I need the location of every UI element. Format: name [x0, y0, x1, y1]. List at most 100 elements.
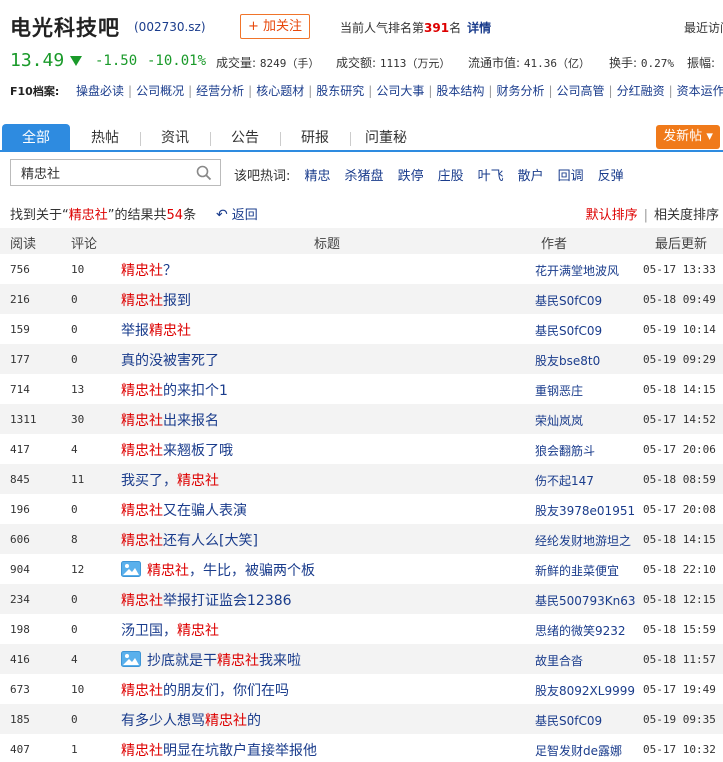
post-author-link[interactable]: 荣灿岚岚	[535, 412, 653, 429]
post-author-link[interactable]: 新鲜的韭菜便宜	[535, 562, 653, 579]
hot-word-link[interactable]: 反弹	[598, 169, 624, 184]
post-title-link[interactable]: 精忠社来翘板了哦	[121, 440, 233, 460]
post-title-link[interactable]: 精忠社又在骗人表演	[121, 500, 247, 520]
post-updated-time: 05-17 13:33	[643, 263, 716, 276]
post-title-link[interactable]: 精忠社出来报名	[121, 410, 219, 430]
f10-link[interactable]: 资本运作	[677, 84, 723, 98]
post-updated-time: 05-18 08:59	[643, 473, 716, 486]
post-title-link[interactable]: 有多少人想骂精忠社的	[121, 710, 261, 730]
hot-word-link[interactable]: 散户	[518, 169, 544, 184]
f10-link[interactable]: 公司概况	[136, 84, 184, 98]
sort-relevance[interactable]: 相关度排序	[654, 208, 719, 223]
post-author-link[interactable]: 经纶发财地游坦之	[535, 532, 653, 549]
read-count: 673	[10, 683, 30, 696]
f10-link[interactable]: 财务分析	[496, 84, 544, 98]
search-input[interactable]	[11, 160, 186, 185]
new-post-button[interactable]: 发新帖 ▾	[656, 125, 720, 149]
post-title-link[interactable]: 精忠社，牛比，被骗两个板	[121, 560, 315, 580]
follow-button[interactable]: + 加关注	[240, 14, 310, 39]
post-title-text: 又在骗人表演	[163, 503, 247, 519]
post-author-link[interactable]: 基民S0fC09	[535, 322, 653, 339]
col-comment: 评论	[71, 237, 98, 252]
post-title-text: 出来报名	[163, 413, 219, 429]
post-row: 756 10 精忠社？ 花开满堂地波风 05-17 13:33	[0, 254, 723, 284]
tab-research[interactable]: 研报	[290, 124, 340, 152]
hot-word-link[interactable]: 庄股	[438, 169, 464, 184]
back-link[interactable]: ↶ 返回	[216, 204, 258, 223]
post-title-link[interactable]: 精忠社的朋友们，你们在吗	[121, 680, 289, 700]
post-author-link[interactable]: 思绪的微笑9232	[535, 622, 653, 639]
post-title-keyword: 精忠社	[121, 443, 163, 459]
post-author-link[interactable]: 狼会翻筋斗	[535, 442, 653, 459]
post-title-link[interactable]: 抄底就是干精忠社我来啦	[121, 650, 301, 670]
f10-link[interactable]: 股东研究	[316, 84, 364, 98]
post-title-link[interactable]: 真的没被害死了	[121, 350, 219, 370]
post-author-link[interactable]: 故里合沓	[535, 652, 653, 669]
post-title-text: 我买了，	[121, 473, 177, 489]
tab-announcements[interactable]: 公告	[220, 124, 270, 152]
down-arrow-icon	[70, 56, 82, 66]
post-author-link[interactable]: 足智发财de露娜	[535, 742, 653, 759]
post-title-link[interactable]: 精忠社举报打证监会12386	[121, 590, 292, 610]
tab-news[interactable]: 资讯	[150, 124, 200, 152]
f10-link[interactable]: 股本结构	[436, 84, 484, 98]
f10-link[interactable]: 经营分析	[196, 84, 244, 98]
rank-detail-link[interactable]: 详情	[467, 21, 491, 35]
post-title-keyword: 精忠社	[177, 473, 219, 489]
hot-word-link[interactable]: 叶飞	[478, 169, 504, 184]
f10-link[interactable]: 操盘必读	[76, 84, 124, 98]
post-author-link[interactable]: 基民S0fC09	[535, 292, 653, 309]
post-title-link[interactable]: 我买了，精忠社	[121, 470, 219, 490]
stock-code: (002730.sz)	[134, 20, 206, 34]
f10-link[interactable]: 公司高管	[557, 84, 605, 98]
post-author-link[interactable]: 花开满堂地波风	[535, 262, 653, 279]
hot-word-link[interactable]: 杀猪盘	[345, 169, 384, 184]
read-count: 198	[10, 623, 30, 636]
caret-down-icon: ▾	[706, 129, 713, 144]
sort-options: 默认排序 | 相关度排序	[586, 204, 719, 223]
post-author-link[interactable]: 股友8092XL9999	[535, 682, 653, 699]
post-updated-time: 05-18 14:15	[643, 533, 716, 546]
back-label: 返回	[231, 208, 258, 223]
post-author-link[interactable]: 基民500793Kn63	[535, 592, 653, 609]
col-updated: 最后更新	[655, 237, 708, 252]
post-title-link[interactable]: 精忠社的来扣个1	[121, 380, 228, 400]
post-author-link[interactable]: 伤不起147	[535, 472, 653, 489]
post-author-link[interactable]: 基民S0fC09	[535, 712, 653, 729]
post-title-link[interactable]: 汤卫国，精忠社	[121, 620, 219, 640]
list-header: 阅读 评论 标题 作者 最后更新	[0, 228, 723, 254]
recent-visits-label[interactable]: 最近访问	[684, 19, 723, 36]
post-title-link[interactable]: 精忠社明显在坑散户直接举报他	[121, 740, 317, 760]
search-icon[interactable]	[196, 165, 212, 181]
post-author-link[interactable]: 股友bse8t0	[535, 352, 653, 369]
post-updated-time: 05-17 20:06	[643, 443, 716, 456]
sort-default[interactable]: 默认排序	[586, 208, 638, 223]
post-title-link[interactable]: 精忠社？	[121, 260, 177, 280]
comment-count: 4	[71, 653, 78, 666]
post-author-link[interactable]: 股友3978e01951	[535, 502, 653, 519]
post-title-link[interactable]: 举报精忠社	[121, 320, 191, 340]
f10-link[interactable]: 核心题材	[256, 84, 304, 98]
post-title-link[interactable]: 精忠社还有人么[大笑]	[121, 530, 258, 550]
stock-name[interactable]: 电光科技吧	[10, 12, 120, 42]
post-title-link[interactable]: 精忠社报到	[121, 290, 191, 310]
hot-word-link[interactable]: 回调	[558, 169, 584, 184]
post-updated-time: 05-19 09:35	[643, 713, 716, 726]
post-updated-time: 05-18 22:10	[643, 563, 716, 576]
popularity-rank: 当前人气排名第391名 详情	[340, 19, 491, 36]
read-count: 234	[10, 593, 30, 606]
hot-word-link[interactable]: 精忠	[305, 169, 331, 184]
f10-link[interactable]: 公司大事	[376, 84, 424, 98]
tab-all[interactable]: 全部	[2, 124, 70, 152]
tab-divider	[140, 132, 141, 146]
hot-word-link[interactable]: 跌停	[398, 169, 424, 184]
post-row: 714 13 精忠社的来扣个1 重钢恶庄 05-18 14:15	[0, 374, 723, 404]
f10-link[interactable]: 分红融资	[617, 84, 665, 98]
tab-ask-secretary[interactable]: 问董秘	[356, 124, 416, 152]
hot-words: 该吧热词: 精忠 杀猪盘 跌停 庄股 叶飞 散户 回调 反弹	[234, 165, 638, 184]
read-count: 606	[10, 533, 30, 546]
read-count: 845	[10, 473, 30, 486]
post-row: 216 0 精忠社报到 基民S0fC09 05-18 09:49	[0, 284, 723, 314]
tab-hot[interactable]: 热帖	[80, 124, 130, 152]
post-author-link[interactable]: 重钢恶庄	[535, 382, 653, 399]
